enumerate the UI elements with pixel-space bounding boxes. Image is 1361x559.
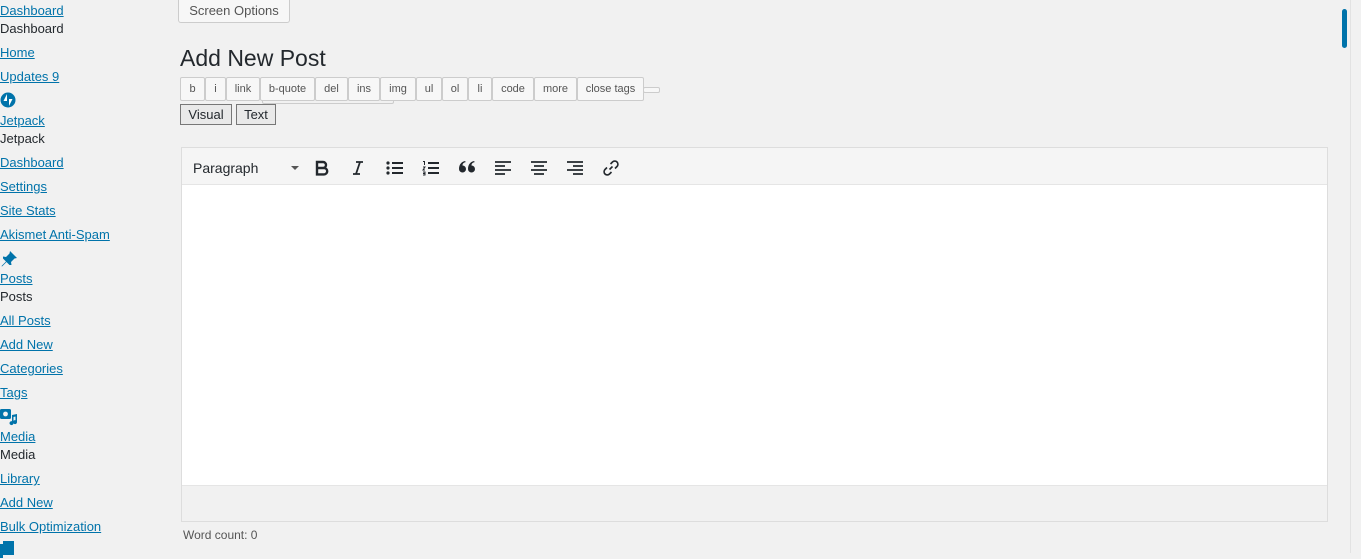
bullet-list-icon <box>386 161 403 175</box>
submenu-item-settings[interactable]: Settings <box>0 179 47 195</box>
numbered-list-icon <box>422 161 439 176</box>
submenu-link-categories[interactable]: Categories <box>0 361 63 376</box>
insert-link-button[interactable] <box>599 156 623 180</box>
submenu-item-add-new-media[interactable]: Add New <box>0 495 53 511</box>
qt-del-button[interactable]: del <box>315 77 348 101</box>
submenu-link-settings[interactable]: Settings <box>0 179 47 194</box>
submenu-heading-jetpack: Jetpack <box>0 131 45 146</box>
submenu-link-akismet[interactable]: Akismet Anti-Spam <box>0 227 110 242</box>
align-right-icon <box>567 161 583 175</box>
italic-button[interactable] <box>346 156 370 180</box>
media-icon <box>0 409 18 426</box>
align-left-button[interactable] <box>491 156 515 180</box>
blockquote-button[interactable] <box>455 156 479 180</box>
submenu-link-jetpack-dashboard[interactable]: Dashboard <box>0 155 64 170</box>
qt-more-button[interactable]: more <box>534 77 577 101</box>
tab-text[interactable]: Text <box>236 104 276 125</box>
format-select-value: Paragraph <box>193 160 259 176</box>
submenu-link-library[interactable]: Library <box>0 471 40 486</box>
word-count: Word count: 0 <box>183 528 258 542</box>
qt-ol-button[interactable]: ol <box>442 77 468 101</box>
submenu-link-home[interactable]: Home <box>0 45 35 60</box>
submenu-link-add-new-post[interactable]: Add New <box>0 337 53 352</box>
qt-fullscreen-button[interactable] <box>643 87 660 93</box>
submenu-link-bulk-optimization[interactable]: Bulk Optimization <box>0 519 101 534</box>
submenu-link-all-posts[interactable]: All Posts <box>0 313 51 328</box>
submenu-item-tags[interactable]: Tags <box>0 385 27 401</box>
scroll-indicator <box>1342 9 1347 48</box>
submenu-heading-media: Media <box>0 447 36 462</box>
tab-visual[interactable]: Visual <box>180 104 232 125</box>
align-center-icon <box>531 161 547 175</box>
bold-button[interactable] <box>310 156 334 180</box>
bold-icon <box>315 160 329 176</box>
qt-link-button[interactable]: link <box>226 77 260 101</box>
menu-item-dashboard[interactable]: Dashboard <box>0 3 64 19</box>
align-center-button[interactable] <box>527 156 551 180</box>
qt-ins-button[interactable]: ins <box>348 77 380 101</box>
qt-ul-button[interactable]: ul <box>416 77 442 101</box>
qt-close-tags-button[interactable]: close tags <box>577 77 644 101</box>
submenu-item-updates[interactable]: Updates 9 <box>0 69 59 85</box>
bullet-list-button[interactable] <box>383 156 407 180</box>
submenu-item-jetpack-dashboard[interactable]: Dashboard <box>0 155 64 171</box>
menu-link-posts[interactable]: Posts <box>0 271 33 286</box>
submenu-heading-posts: Posts <box>0 289 33 304</box>
qt-img-button[interactable]: img <box>380 77 416 101</box>
submenu-item-all-posts[interactable]: All Posts <box>0 313 51 329</box>
format-select[interactable]: Paragraph <box>193 158 299 178</box>
qt-bold-button[interactable]: b <box>180 77 205 101</box>
menu-link-jetpack[interactable]: Jetpack <box>0 113 45 128</box>
submenu-link-site-stats[interactable]: Site Stats <box>0 203 56 218</box>
italic-icon <box>353 161 363 175</box>
submenu-item-add-new-post[interactable]: Add New <box>0 337 53 353</box>
align-right-button[interactable] <box>563 156 587 180</box>
submenu-item-categories[interactable]: Categories <box>0 361 63 377</box>
jetpack-icon <box>0 92 16 108</box>
submenu-item-akismet[interactable]: Akismet Anti-Spam <box>0 227 110 243</box>
qt-code-button[interactable]: code <box>492 77 534 101</box>
qt-li-button[interactable]: li <box>468 77 492 101</box>
submenu-heading-dashboard: Dashboard <box>0 21 64 36</box>
pushpin-icon <box>1 251 17 267</box>
submenu-link-tags[interactable]: Tags <box>0 385 27 400</box>
blockquote-icon <box>459 161 475 173</box>
editor-toolbar: Paragraph <box>182 148 1327 185</box>
menu-item-jetpack[interactable]: Jetpack <box>0 113 45 129</box>
submenu-item-library[interactable]: Library <box>0 471 40 487</box>
submenu-item-bulk-optimization[interactable]: Bulk Optimization <box>0 519 101 535</box>
align-left-icon <box>495 161 511 175</box>
menu-item-posts[interactable]: Posts <box>0 271 33 287</box>
post-editor: Paragraph <box>181 147 1328 522</box>
editor-content-area[interactable] <box>182 185 1327 485</box>
qt-italic-button[interactable]: i <box>205 77 226 101</box>
numbered-list-button[interactable] <box>419 156 443 180</box>
submenu-link-add-new-media[interactable]: Add New <box>0 495 53 510</box>
submenu-link-updates[interactable]: Updates 9 <box>0 69 59 84</box>
chevron-down-icon <box>291 166 299 170</box>
menu-link-media[interactable]: Media <box>0 429 35 444</box>
editor-statusbar <box>182 485 1327 521</box>
page-title: Add New Post <box>180 45 326 71</box>
pages-icon <box>0 541 14 558</box>
admin-menu: Dashboard Dashboard Home Updates 9 Jetpa… <box>0 0 175 558</box>
link-icon <box>603 160 619 176</box>
submenu-item-site-stats[interactable]: Site Stats <box>0 203 56 219</box>
menu-link-dashboard[interactable]: Dashboard <box>0 3 64 18</box>
submenu-item-home[interactable]: Home <box>0 45 35 61</box>
scrollbar-track[interactable] <box>1350 0 1361 553</box>
screen-options-button[interactable]: Screen Options <box>178 0 290 23</box>
menu-item-media[interactable]: Media <box>0 429 35 445</box>
qt-blockquote-button[interactable]: b-quote <box>260 77 315 101</box>
